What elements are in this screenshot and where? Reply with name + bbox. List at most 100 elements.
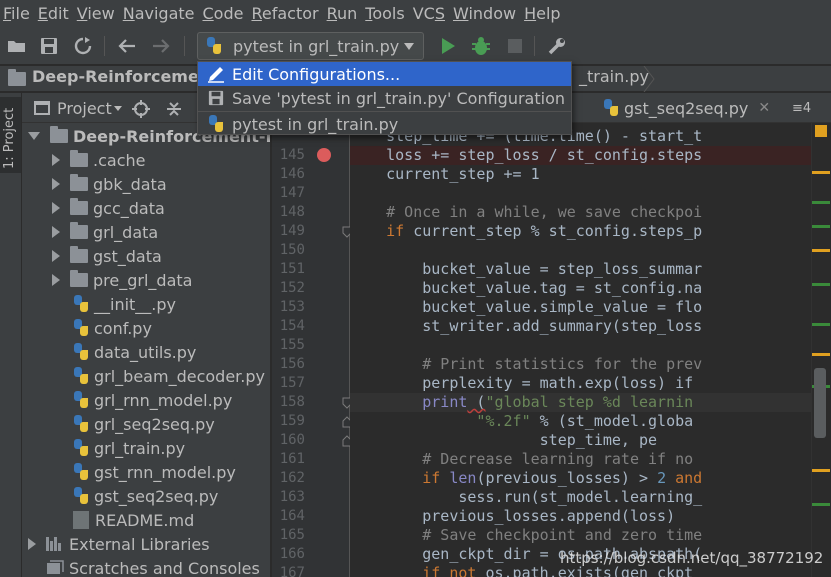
menu-edit[interactable]: Edit: [35, 2, 73, 26]
tree-file[interactable]: grl_train.py: [22, 436, 270, 460]
tab-label: gst_seq2seq.py: [624, 98, 749, 118]
collapse-all-icon[interactable]: [165, 100, 183, 118]
tab-count: ≡4: [792, 100, 812, 116]
tree-folder[interactable]: .cache: [22, 148, 270, 172]
markdown-file-icon: [73, 511, 89, 529]
menu-window[interactable]: Window: [450, 2, 520, 26]
change-mark[interactable]: [812, 283, 830, 286]
code-line: if len(previous_losses) > 2 and: [350, 469, 811, 488]
debug-icon[interactable]: [470, 35, 492, 57]
tree-scratches[interactable]: Scratches and Consoles: [22, 556, 270, 577]
warning-mark[interactable]: [812, 249, 830, 252]
python-file-icon: [602, 99, 620, 117]
tab-list-button[interactable]: ≡4: [792, 93, 811, 123]
chevron-down-icon[interactable]: [114, 106, 122, 112]
change-mark[interactable]: [812, 225, 830, 228]
tree-external-libraries[interactable]: External Libraries: [22, 532, 270, 556]
wrench-icon[interactable]: [546, 35, 568, 57]
tree-file[interactable]: grl_rnn_model.py: [22, 388, 270, 412]
menu-refactor[interactable]: Refactor: [248, 2, 322, 26]
chevron-right-icon: [52, 274, 60, 286]
tree-file[interactable]: data_utils.py: [22, 340, 270, 364]
code-text: bucket_value.simple_value = flo: [350, 298, 703, 316]
menu-code[interactable]: Code: [200, 2, 248, 26]
tree-folder[interactable]: gbk_data: [22, 172, 270, 196]
change-mark[interactable]: [812, 201, 830, 204]
menu-file[interactable]: File: [0, 2, 34, 26]
menu-run[interactable]: Run: [324, 2, 362, 26]
run-configuration-item[interactable]: pytest in grl_train.py: [198, 112, 571, 136]
code-editor[interactable]: step_time += (time.time() - start_t loss…: [350, 123, 811, 577]
menu-navigate[interactable]: Navigate: [120, 2, 199, 26]
tree-file[interactable]: __init__.py: [22, 292, 270, 316]
python-file-icon: [72, 415, 90, 433]
code-comment: # Decrease learning rate if no: [350, 450, 694, 468]
change-mark[interactable]: [812, 323, 830, 326]
edit-configurations-item[interactable]: Edit Configurations...: [198, 62, 571, 86]
code-line: # Save checkpoint and zero time: [350, 526, 811, 545]
run-icon[interactable]: [437, 35, 459, 57]
folder-icon: [50, 126, 68, 143]
breadcrumb-file[interactable]: _train.py: [579, 67, 649, 86]
menu-view[interactable]: View: [74, 2, 119, 26]
warning-mark[interactable]: [812, 469, 830, 472]
tree-file[interactable]: README.md: [22, 508, 270, 532]
stop-icon[interactable]: [504, 35, 526, 57]
back-arrow-icon[interactable]: [116, 35, 138, 57]
warning-mark[interactable]: [812, 171, 830, 174]
scrollbar-thumb[interactable]: [814, 368, 826, 438]
warning-indicator-icon[interactable]: [815, 125, 827, 137]
code-text: step_time, pe: [350, 431, 658, 449]
tree-folder[interactable]: grl_data: [22, 220, 270, 244]
save-configuration-item[interactable]: Save 'pytest in grl_train.py' Configurat…: [198, 86, 571, 110]
run-configuration-select[interactable]: pytest in grl_train.py: [197, 32, 424, 60]
main-toolbar: pytest in grl_train.py: [0, 27, 831, 65]
close-icon[interactable]: ✕: [758, 100, 770, 116]
code-line-current: print ("global step %d learnin: [350, 393, 811, 412]
python-file-icon: [72, 295, 90, 313]
tree-file[interactable]: grl_beam_decoder.py: [22, 364, 270, 388]
menu-vcs[interactable]: VCS: [410, 2, 449, 26]
pencil-icon: [206, 65, 226, 83]
forward-arrow-icon[interactable]: [150, 35, 172, 57]
sync-icon[interactable]: [72, 35, 94, 57]
warning-mark[interactable]: [812, 353, 830, 356]
tree-file-label: README.md: [95, 510, 195, 530]
error-stripe[interactable]: [811, 123, 831, 577]
tree-file[interactable]: gst_seq2seq.py: [22, 484, 270, 508]
python-file-icon: [72, 463, 90, 481]
menu-help[interactable]: Help: [521, 2, 564, 26]
change-mark[interactable]: [812, 503, 830, 506]
code-line: # Print statistics for the prev: [350, 355, 811, 374]
save-icon: [206, 89, 226, 107]
line-number: 148: [279, 204, 305, 220]
tree-file-label: grl_seq2seq.py: [94, 414, 215, 434]
code-warning: (: [467, 393, 486, 411]
code-comment: # Once in a while, we save checkpoi: [350, 203, 703, 221]
code-line: previous_losses.append(loss): [350, 507, 811, 526]
tree-folder-label: pre_grl_data: [93, 270, 193, 290]
save-icon[interactable]: [38, 35, 60, 57]
open-folder-icon[interactable]: [6, 35, 28, 57]
locate-file-icon[interactable]: [132, 100, 150, 118]
tree-folder[interactable]: gcc_data: [22, 196, 270, 220]
line-number: 161: [279, 451, 305, 467]
tool-window-project-tab[interactable]: 1: Project: [0, 97, 21, 173]
chevron-right-icon: [52, 178, 60, 190]
chevron-right-icon: [52, 154, 60, 166]
tree-file[interactable]: conf.py: [22, 316, 270, 340]
tree-file[interactable]: grl_seq2seq.py: [22, 412, 270, 436]
project-panel-title[interactable]: Project: [57, 99, 112, 118]
tree-folder[interactable]: gst_data: [22, 244, 270, 268]
tool-window-project-label: 1: Project: [2, 107, 17, 169]
menu-tools[interactable]: Tools: [362, 2, 408, 26]
tree-folder[interactable]: pre_grl_data: [22, 268, 270, 292]
tab-gst-seq2seq[interactable]: gst_seq2seq.py ✕: [602, 93, 770, 123]
code-text: (previous_losses) >: [476, 469, 658, 487]
tree-file[interactable]: gst_rnn_model.py: [22, 460, 270, 484]
code-text: previous_losses.append(loss): [350, 507, 676, 525]
breakpoint-icon[interactable]: [317, 148, 331, 162]
chevron-right-icon: [52, 226, 60, 238]
breadcrumb-project[interactable]: Deep-Reinforceme: [32, 67, 199, 86]
code-text: bucket_value = step_loss_summar: [350, 260, 703, 278]
